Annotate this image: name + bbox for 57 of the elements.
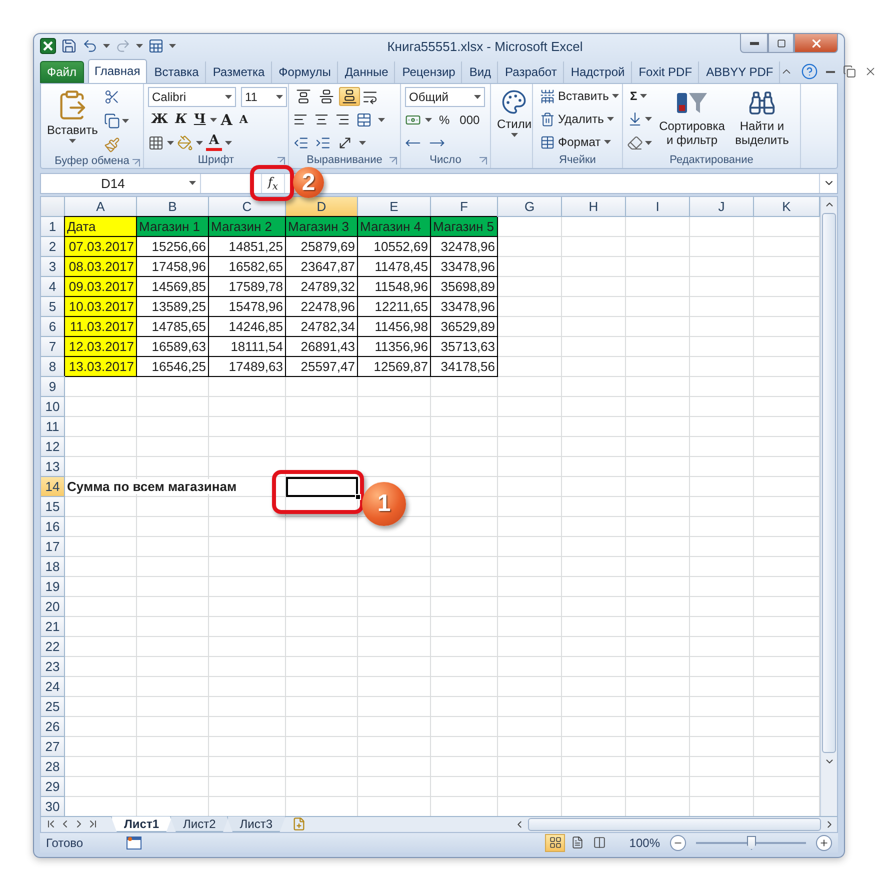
table-cell: 24782,34 [286,316,358,337]
table-cell: 35698,89 [431,276,498,297]
table-cell: 12569,87 [358,356,431,377]
table-cell: 18111,54 [209,336,286,357]
group-label: Шрифт [198,154,234,166]
table-cell: 10.03.2017 [65,296,137,317]
table-cell: 23647,87 [286,256,358,277]
table-cell: 11356,96 [358,336,431,357]
group-label: Выравнивание [306,154,382,166]
table-cell: 17489,63 [209,356,286,377]
table-cell: Магазин 2 [209,216,286,237]
group-label: Ячейки [559,154,596,166]
table-cell: 11478,45 [358,256,431,277]
table-cell: 32478,96 [431,236,498,257]
group-label: Число [430,154,462,166]
table-cell: 24789,32 [286,276,358,297]
table-cell: 15478,96 [209,296,286,317]
table-cell: Магазин 3 [286,216,358,237]
table-cell: 17589,78 [209,276,286,297]
status-text: Готово [46,836,84,850]
window-title: Книга55551.xlsx - Microsoft Excel [386,38,584,54]
table-cell: Магазин 1 [137,216,209,237]
zoom-level: 100% [629,836,660,850]
table-cell: 26891,43 [286,336,358,357]
table-cell: 12211,65 [358,296,431,317]
table-cell: 13.03.2017 [65,356,137,377]
table-cell: 13589,25 [137,296,209,317]
table-cell: 14569,85 [137,276,209,297]
table-cell: 33478,96 [431,296,498,317]
table-cell: Магазин 5 [431,216,498,237]
table-cell: 16589,63 [137,336,209,357]
table-cell: 36529,89 [431,316,498,337]
table-cell: 09.03.2017 [65,276,137,297]
table-cell: 11.03.2017 [65,316,137,337]
table-cell: 08.03.2017 [65,256,137,277]
table-cell: 35713,63 [431,336,498,357]
table-cell: 10552,69 [358,236,431,257]
table-cell: 14851,25 [209,236,286,257]
table-cell: Магазин 4 [358,216,431,237]
group-label: Буфер обмена [54,155,130,168]
table-cell: 07.03.2017 [65,236,137,257]
table-cell: 16582,65 [209,256,286,277]
table-cell: 25879,69 [286,236,358,257]
table-cell: 25597,47 [286,356,358,377]
table-cell: 33478,96 [431,256,498,277]
table-cell: 14246,85 [209,316,286,337]
group-label: Редактирование [670,154,754,166]
table-cell: 14785,65 [137,316,209,337]
table-cell: 17458,96 [137,256,209,277]
table-cell: 15256,66 [137,236,209,257]
table-cell: Дата [65,216,137,237]
table-cell: 22478,96 [286,296,358,317]
table-cell: 11456,98 [358,316,431,337]
table-cell: 12.03.2017 [65,336,137,357]
table-cell: 16546,25 [137,356,209,377]
table-cell: 11548,96 [358,276,431,297]
table-cell: 34178,56 [431,356,498,377]
